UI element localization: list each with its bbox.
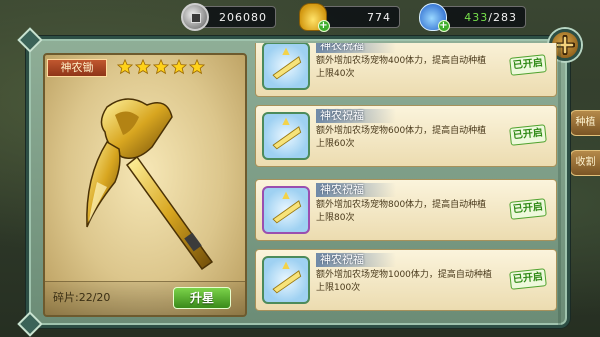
energy-max: /283	[488, 10, 517, 24]
add-energy-icon[interactable]: +	[438, 20, 450, 32]
blessing-title: 神农祝福	[316, 253, 396, 267]
blessing-scroll-icon	[262, 186, 310, 234]
blessing-desc: 额外增加农场宠物600体力，提高自动种植上限60次	[316, 126, 487, 149]
silver-counter: 206080	[181, 3, 276, 31]
blessing-scroll-icon	[262, 256, 310, 304]
star-icon	[153, 59, 169, 75]
list-scrollbar[interactable]	[558, 43, 561, 325]
blessing-title: 神农祝福	[316, 109, 396, 123]
blessing-desc: 额外增加农场宠物800体力，提高自动种植上限80次	[316, 200, 487, 223]
side-tab-harvest[interactable]: 收割	[570, 150, 600, 176]
blessing-scroll-icon	[262, 112, 310, 160]
potion-icon[interactable]: +	[419, 3, 450, 32]
status-badge: 已开启	[509, 198, 547, 220]
blessing-title: 神农祝福	[316, 183, 396, 197]
gold-counter: + 774	[299, 3, 400, 32]
status-badge: 已开启	[509, 124, 547, 146]
golden-hoe-icon	[86, 98, 214, 271]
energy-current: 433	[464, 10, 489, 24]
add-gold-icon[interactable]: +	[318, 20, 330, 32]
star-icon	[135, 59, 151, 75]
status-badge: 已开启	[509, 54, 547, 76]
blessing-scroll-icon	[262, 43, 310, 90]
upgrade-star-button[interactable]: 升星	[173, 287, 231, 309]
status-badge: 已开启	[509, 268, 547, 290]
star-icon	[189, 59, 205, 75]
star-icon	[117, 59, 133, 75]
blessing-row: 神农祝福 额外增加农场宠物1000体力，提高自动种植上限100次 已开启	[255, 249, 557, 311]
blessing-row: 神农祝福 额外增加农场宠物400体力，提高自动种植上限40次 已开启	[255, 43, 557, 97]
silver-value: 206080	[219, 10, 267, 24]
item-card: 神农锄 碎片:22/20 升星	[43, 53, 247, 317]
side-tab-plant[interactable]: 种植	[570, 110, 600, 136]
gold-ingot-icon[interactable]: +	[299, 3, 330, 32]
star-icon	[171, 59, 187, 75]
silver-coin-icon	[181, 3, 209, 31]
shard-count: 碎片:22/20	[53, 291, 111, 304]
energy-counter: + 433 /283	[419, 3, 526, 32]
blessing-title: 神农祝福	[316, 43, 396, 53]
blessing-row: 神农祝福 额外增加农场宠物600体力，提高自动种植上限60次 已开启	[255, 105, 557, 167]
item-name: 神农锄	[47, 59, 107, 77]
blessing-desc: 额外增加农场宠物400体力，提高自动种植上限40次	[316, 56, 487, 79]
star-rating	[117, 59, 205, 75]
blessing-list[interactable]: 神农祝福 额外增加农场宠物400体力，提高自动种植上限40次 已开启 神农祝福 …	[255, 43, 561, 325]
blessing-desc: 额外增加农场宠物1000体力，提高自动种植上限100次	[316, 270, 492, 293]
blessing-row: 神农祝福 额外增加农场宠物800体力，提高自动种植上限80次 已开启	[255, 179, 557, 241]
shard-bar: 碎片:22/20 升星	[45, 281, 245, 315]
artifact-panel: 神农锄 碎片:22/20 升星 神农祝福 额外增加农场宠物400体力，提高自动种…	[26, 29, 581, 328]
gold-value: 774	[367, 10, 391, 24]
